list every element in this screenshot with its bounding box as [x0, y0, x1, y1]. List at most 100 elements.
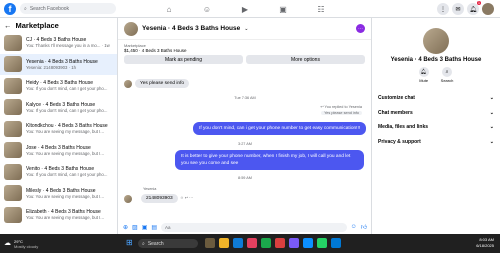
chat-avatar[interactable] — [124, 21, 138, 36]
info-section[interactable]: Customize chat ⌄ — [372, 91, 500, 106]
chrome-icon[interactable] — [261, 238, 271, 248]
thread-item[interactable]: Kltondkchou · 4 Beds 3 Baths House You: Y… — [0, 118, 117, 140]
search-label: Search — [440, 78, 454, 83]
sender-label: Yesenia — [143, 187, 157, 191]
thread-snippet: You: Thanks I'll message you in a mo... … — [26, 43, 110, 49]
whatsapp-icon[interactable] — [317, 238, 327, 248]
app-icon[interactable] — [275, 238, 285, 248]
gif-icon[interactable]: ▤ — [151, 224, 157, 231]
info-title: Yesenia · 4 Beds 3 Baths House — [390, 57, 482, 63]
search-input[interactable]: ⌕ Search Facebook — [20, 3, 116, 14]
marketplace-icon[interactable]: ▣ — [264, 0, 302, 18]
message-list: Yes please send info Tue 7:36 AM ↩ You r… — [118, 70, 372, 220]
system-tray-clock[interactable]: 8:03 AM 6/18/2025 — [476, 237, 494, 249]
timestamp: Tue 7:36 AM — [234, 96, 256, 100]
taskbar-apps — [205, 238, 341, 248]
reaction-icon[interactable]: ☺ ↩ ⋯ — [180, 195, 193, 200]
groups-icon[interactable]: ☷ — [302, 0, 340, 18]
facebook-logo[interactable]: f — [4, 2, 16, 15]
info-section[interactable]: Privacy & support ⌄ — [372, 135, 500, 150]
thread-item[interactable]: Elizabeth · 4 Beds 3 Baths House You: You… — [0, 204, 117, 226]
search-icon: ⌕ — [24, 5, 27, 12]
thread-item[interactable]: Kalyce · 4 Beds 3 Baths House You: If you… — [0, 97, 117, 119]
search-button[interactable]: ⌕ Search — [440, 67, 454, 83]
home-icon[interactable]: ⌂ — [150, 0, 188, 18]
windows-start-icon[interactable]: ⊞ — [126, 238, 136, 248]
thread-snippet: You: If you don't mind, can I get your p… — [26, 172, 108, 178]
thread-snippet: You: You are seeing my message, but I... — [26, 129, 104, 135]
top-nav: ⌂ ☺ ▶ ▣ ☷ — [150, 0, 340, 18]
chevron-down-icon: ⌄ — [489, 95, 494, 102]
message-bubble-in: Yes please send info — [135, 79, 190, 88]
thread-snippet: You: You are seeing my message, but I... — [26, 150, 104, 156]
mute-button[interactable]: 🔔︎ Mute — [418, 67, 429, 83]
reply-quote: Yes please send info — [321, 111, 362, 115]
mark-as-pending-button[interactable]: Mark as pending — [124, 55, 243, 64]
thread-item[interactable]: Yesenia · 4 Beds 3 Baths House Yesenia: 2… — [0, 53, 117, 75]
info-section-label: Chat members — [378, 109, 413, 116]
info-section-label: Media, files and links — [378, 124, 429, 131]
message-bubble-out: If you don't mind, can i get your phone … — [193, 122, 367, 135]
info-section[interactable]: Chat members ⌄ — [372, 106, 500, 121]
weather-widget[interactable]: ☁ 29°C Mostly cloudy — [4, 239, 38, 249]
app-icon[interactable] — [289, 238, 299, 248]
taskbar-search[interactable]: ⌕ Search — [138, 239, 198, 248]
listing-thumbnail — [4, 120, 22, 137]
thread-item[interactable]: Jose · 4 Beds 3 Baths House You: You are … — [0, 140, 117, 162]
file-explorer-icon[interactable] — [219, 238, 229, 248]
thread-item[interactable]: CJ · 4 Beds 3 Baths House You: Thanks I'l… — [0, 32, 117, 54]
listing-price[interactable]: $1,450 · 4 Beds 3 Baths House — [124, 48, 365, 53]
thread-item[interactable]: Venito · 4 Beds 3 Baths House You: If you… — [0, 161, 117, 183]
sender-avatar — [124, 195, 132, 203]
app-icon[interactable] — [247, 238, 257, 248]
listing-thumbnail — [4, 185, 22, 202]
app-icon[interactable] — [303, 238, 313, 248]
thread-item[interactable]: Heidy · 4 Beds 3 Baths House You: If you … — [0, 75, 117, 97]
chevron-down-icon: ⌄ — [489, 109, 494, 116]
messenger-icon[interactable]: ✉ — [452, 3, 464, 15]
message-bubble-out: It is better to give your phone number, … — [175, 150, 364, 170]
message-input[interactable]: Aa — [161, 222, 347, 232]
timestamp: 8:59 AM — [238, 176, 252, 180]
info-section[interactable]: Media, files and links ⌄ — [372, 120, 500, 135]
info-icon[interactable]: ⋯ — [356, 24, 365, 33]
chevron-down-icon: ⌄ — [489, 124, 494, 131]
chat-panel: Yesenia · 4 Beds 3 Baths House ⌄ ⋯ Marke… — [118, 18, 372, 234]
notifications-icon[interactable]: 🔔︎ 1 — [467, 1, 481, 15]
cloud-icon: ☁ — [4, 240, 11, 247]
conversation-info-panel: Yesenia · 4 Beds 3 Baths House 🔔︎ Mute ⌕… — [372, 18, 500, 234]
friends-icon[interactable]: ☺ — [188, 0, 226, 18]
listing-thumbnail — [4, 77, 22, 94]
clock-date: 6/18/2025 — [476, 243, 494, 248]
profile-avatar[interactable] — [482, 3, 494, 15]
app-icon[interactable] — [331, 238, 341, 248]
plus-icon[interactable]: ⊕ — [123, 224, 128, 231]
watch-icon[interactable]: ▶ — [226, 0, 264, 18]
top-right-buttons: ⋮ ✉ 🔔︎ 1 — [437, 1, 494, 15]
listing-avatar — [423, 28, 449, 54]
listing-thumbnail — [4, 163, 22, 180]
like-icon[interactable]: 👍︎ — [361, 223, 367, 231]
marketplace-sidebar: ← Marketplace CJ · 4 Beds 3 Baths House Y… — [0, 18, 118, 234]
edge-icon[interactable] — [233, 238, 243, 248]
menu-grid-icon[interactable]: ⋮ — [437, 3, 449, 15]
app-icon[interactable] — [205, 238, 215, 248]
info-section-label: Customize chat — [378, 95, 415, 102]
thread-item[interactable]: Milesly · 4 Beds 3 Baths House You: You a… — [0, 183, 117, 205]
search-icon: ⌕ — [442, 67, 452, 77]
more-options-button[interactable]: More options — [246, 55, 365, 64]
taskbar-search-label: Search — [147, 240, 164, 247]
top-bar: f ⌕ Search Facebook ⌂ ☺ ▶ ▣ ☷ ⋮ ✉ 🔔︎ 1 — [0, 0, 500, 18]
chevron-down-icon[interactable]: ⌄ — [244, 26, 248, 32]
thread-list: CJ · 4 Beds 3 Baths House You: Thanks I'l… — [0, 32, 117, 226]
listing-thumbnail — [4, 34, 22, 51]
chat-title[interactable]: Yesenia · 4 Beds 3 Baths House — [142, 25, 240, 32]
emoji-icon[interactable]: ☺ — [351, 224, 357, 230]
listing-bar: Marketplace $1,450 · 4 Beds 3 Baths Hous… — [118, 40, 371, 67]
image-icon[interactable]: ▨ — [132, 224, 138, 231]
listing-thumbnail — [4, 99, 22, 116]
back-arrow-icon[interactable]: ← — [4, 21, 12, 30]
sticker-icon[interactable]: ▣ — [142, 224, 148, 231]
message-bubble-in: 2148093903 — [141, 194, 178, 203]
thread-snippet: You: You are seeing my message, but I... — [26, 193, 104, 199]
